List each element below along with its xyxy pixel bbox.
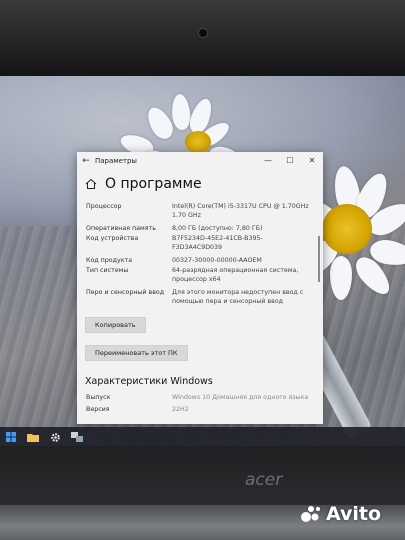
spec-label: Тип системы xyxy=(86,267,129,274)
taskbar xyxy=(0,427,405,447)
home-icon[interactable] xyxy=(85,178,97,190)
window-app-title: Параметры xyxy=(95,156,137,165)
spec-value: 8,00 ГБ (доступно: 7,80 ГБ) xyxy=(172,225,263,232)
spec-value: 22H2 xyxy=(172,405,189,413)
avito-logo-icon xyxy=(301,506,320,522)
spec-value: 00327-30000-00000-AAOEM xyxy=(172,257,262,264)
settings-gear-icon xyxy=(50,432,60,442)
spec-label: Выпуск xyxy=(86,394,111,401)
spec-row: Перо и сенсорный ввод Для этого монитора… xyxy=(86,289,323,306)
network-app-icon xyxy=(71,431,83,442)
spec-row: Оперативная память 8,00 ГБ (доступно: 7,… xyxy=(86,225,323,234)
spec-value: B7F5234D-45E2-41CB-B395-F3D3A4C9D039 xyxy=(172,235,263,251)
windows-specs-list: Выпуск Windows 10 Домашняя для одного яз… xyxy=(86,394,312,416)
spec-label: Код устройства xyxy=(86,235,139,242)
file-explorer-button[interactable] xyxy=(22,427,44,447)
copy-button[interactable]: Копировать xyxy=(85,317,146,333)
close-icon[interactable]: ✕ xyxy=(301,156,323,165)
spec-row: Код устройства B7F5234D-45E2-41CB-B395-F… xyxy=(86,235,323,252)
minimize-icon[interactable]: — xyxy=(257,156,279,165)
spec-label: Перо и сенсорный ввод xyxy=(86,289,165,296)
spec-label: Код продукта xyxy=(86,257,133,264)
page-title: О программе xyxy=(105,176,202,192)
spec-label: Версия xyxy=(86,405,110,413)
spec-label: Оперативная память xyxy=(86,225,156,232)
avito-watermark-text: Avito xyxy=(326,503,382,525)
spec-row: Версия 22H2 xyxy=(86,406,312,415)
page-header: О программе xyxy=(77,169,323,199)
spec-row: Код продукта 00327-30000-00000-AAOEM xyxy=(86,257,323,266)
acer-logo: acer xyxy=(245,470,283,490)
spec-value: Windows 10 Домашняя для одного языка xyxy=(172,394,309,401)
spec-value: Intel(R) Core(TM) i5-3317U CPU @ 1.70GHz… xyxy=(172,203,309,219)
settings-button[interactable] xyxy=(44,427,66,447)
window-titlebar: ← Параметры — ☐ ✕ xyxy=(77,152,323,169)
windows-specs-title: Характеристики Windows xyxy=(85,376,213,387)
device-specs-list: Процессор Intel(R) Core(TM) i5-3317U CPU… xyxy=(77,199,323,306)
maximize-icon[interactable]: ☐ xyxy=(279,156,301,165)
windows-start-icon xyxy=(6,432,16,442)
back-arrow-icon[interactable]: ← xyxy=(77,156,95,166)
start-button[interactable] xyxy=(0,427,22,447)
laptop-top-bezel xyxy=(0,0,405,76)
scrollbar[interactable] xyxy=(318,236,320,282)
avito-watermark: Avito xyxy=(300,500,400,528)
spec-row: Тип системы 64-разрядная операционная си… xyxy=(86,267,323,284)
spec-row: Выпуск Windows 10 Домашняя для одного яз… xyxy=(86,394,312,403)
rename-pc-button[interactable]: Переименовать этот ПК xyxy=(85,345,188,361)
webcam xyxy=(198,28,208,38)
spec-value: 64-разрядная операционная система, проце… xyxy=(172,267,299,283)
spec-row: Процессор Intel(R) Core(TM) i5-3317U CPU… xyxy=(86,203,323,220)
settings-window: ← Параметры — ☐ ✕ О программе Процессор … xyxy=(77,152,323,424)
spec-value: Для этого монитора недоступен ввод с пом… xyxy=(172,289,304,305)
file-explorer-icon xyxy=(27,434,39,442)
laptop-bottom-bezel xyxy=(0,446,405,506)
spec-label: Процессор xyxy=(86,203,122,210)
network-app-button[interactable] xyxy=(66,427,88,447)
